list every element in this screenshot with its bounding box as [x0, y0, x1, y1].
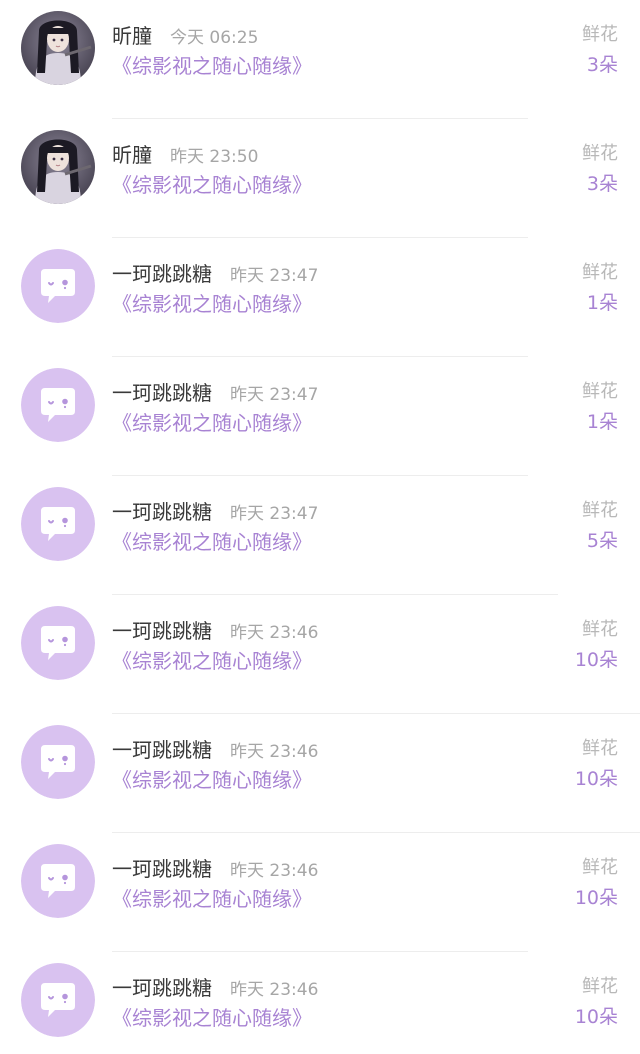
- flower-gift-list: 昕朣 今天 06:25 《综影视之随心随缘》 鲜花 3朵 昕朣 昨天 23:50…: [0, 0, 640, 1054]
- name-line: 一珂跳跳糖 昨天 23:47: [112, 258, 318, 288]
- user-name[interactable]: 一珂跳跳糖: [112, 377, 212, 406]
- gift-count: 3朵: [586, 173, 618, 195]
- user-name[interactable]: 一珂跳跳糖: [112, 258, 212, 287]
- user-name[interactable]: 一珂跳跳糖: [112, 615, 212, 644]
- speech-bubble-face-icon: [21, 844, 95, 918]
- gift-count: 10朵: [574, 887, 618, 909]
- avatar[interactable]: [21, 963, 95, 1037]
- speech-bubble-face-icon: [21, 963, 95, 1037]
- timestamp: 昨天 23:47: [230, 266, 319, 286]
- gift-label: 鲜花: [582, 619, 618, 640]
- timestamp: 昨天 23:46: [230, 980, 319, 1000]
- name-line: 一珂跳跳糖 昨天 23:46: [112, 853, 318, 883]
- book-title-link[interactable]: 《综影视之随心随缘》: [112, 407, 312, 436]
- avatar[interactable]: [21, 844, 95, 918]
- speech-bubble-face-icon: [21, 249, 95, 323]
- user-photo-avatar-icon: [21, 11, 95, 85]
- gift-label: 鲜花: [582, 24, 618, 45]
- list-item[interactable]: 一珂跳跳糖 昨天 23:47 《综影视之随心随缘》 鲜花 5朵: [0, 476, 640, 595]
- gift-label: 鲜花: [582, 857, 618, 878]
- speech-bubble-face-icon: [21, 606, 95, 680]
- avatar[interactable]: [21, 368, 95, 442]
- timestamp: 昨天 23:50: [170, 147, 259, 167]
- book-title-link[interactable]: 《综影视之随心随缘》: [112, 526, 312, 555]
- timestamp: 昨天 23:46: [230, 742, 319, 762]
- timestamp: 昨天 23:47: [230, 504, 319, 524]
- speech-bubble-face-icon: [21, 368, 95, 442]
- avatar[interactable]: [21, 725, 95, 799]
- avatar[interactable]: [21, 130, 95, 204]
- name-line: 一珂跳跳糖 昨天 23:46: [112, 734, 318, 764]
- speech-bubble-face-icon: [21, 487, 95, 561]
- gift-count: 10朵: [574, 649, 618, 671]
- list-item[interactable]: 一珂跳跳糖 昨天 23:46 《综影视之随心随缘》 鲜花 10朵: [0, 595, 640, 714]
- list-item[interactable]: 一珂跳跳糖 昨天 23:46 《综影视之随心随缘》 鲜花 10朵: [0, 714, 640, 833]
- book-title-link[interactable]: 《综影视之随心随缘》: [112, 288, 312, 317]
- name-line: 一珂跳跳糖 昨天 23:46: [112, 615, 318, 645]
- user-name[interactable]: 一珂跳跳糖: [112, 496, 212, 525]
- list-item[interactable]: 昕朣 今天 06:25 《综影视之随心随缘》 鲜花 3朵: [0, 0, 640, 119]
- book-title-link[interactable]: 《综影视之随心随缘》: [112, 1002, 312, 1031]
- timestamp: 昨天 23:46: [230, 861, 319, 881]
- list-item[interactable]: 一珂跳跳糖 昨天 23:47 《综影视之随心随缘》 鲜花 1朵: [0, 238, 640, 357]
- list-item[interactable]: 一珂跳跳糖 昨天 23:47 《综影视之随心随缘》 鲜花 1朵: [0, 357, 640, 476]
- gift-count: 5朵: [586, 530, 618, 552]
- speech-bubble-face-icon: [21, 725, 95, 799]
- gift-count: 1朵: [586, 411, 618, 433]
- timestamp: 今天 06:25: [170, 28, 259, 48]
- user-name[interactable]: 昕朣: [112, 20, 152, 49]
- gift-label: 鲜花: [582, 500, 618, 521]
- book-title-link[interactable]: 《综影视之随心随缘》: [112, 50, 312, 79]
- timestamp: 昨天 23:46: [230, 623, 319, 643]
- name-line: 昕朣 昨天 23:50: [112, 139, 258, 169]
- timestamp: 昨天 23:47: [230, 385, 319, 405]
- gift-label: 鲜花: [582, 381, 618, 402]
- book-title-link[interactable]: 《综影视之随心随缘》: [112, 764, 312, 793]
- name-line: 昕朣 今天 06:25: [112, 20, 258, 50]
- user-name[interactable]: 昕朣: [112, 139, 152, 168]
- avatar[interactable]: [21, 249, 95, 323]
- user-name[interactable]: 一珂跳跳糖: [112, 853, 212, 882]
- user-name[interactable]: 一珂跳跳糖: [112, 734, 212, 763]
- avatar[interactable]: [21, 487, 95, 561]
- gift-label: 鲜花: [582, 738, 618, 759]
- gift-count: 10朵: [574, 1006, 618, 1028]
- gift-label: 鲜花: [582, 976, 618, 997]
- gift-label: 鲜花: [582, 262, 618, 283]
- list-item[interactable]: 一珂跳跳糖 昨天 23:46 《综影视之随心随缘》 鲜花 10朵: [0, 952, 640, 1054]
- avatar[interactable]: [21, 11, 95, 85]
- book-title-link[interactable]: 《综影视之随心随缘》: [112, 883, 312, 912]
- name-line: 一珂跳跳糖 昨天 23:47: [112, 496, 318, 526]
- user-photo-avatar-icon: [21, 130, 95, 204]
- list-item[interactable]: 一珂跳跳糖 昨天 23:46 《综影视之随心随缘》 鲜花 10朵: [0, 833, 640, 952]
- gift-count: 10朵: [574, 768, 618, 790]
- name-line: 一珂跳跳糖 昨天 23:47: [112, 377, 318, 407]
- book-title-link[interactable]: 《综影视之随心随缘》: [112, 169, 312, 198]
- list-item[interactable]: 昕朣 昨天 23:50 《综影视之随心随缘》 鲜花 3朵: [0, 119, 640, 238]
- book-title-link[interactable]: 《综影视之随心随缘》: [112, 645, 312, 674]
- name-line: 一珂跳跳糖 昨天 23:46: [112, 972, 318, 1002]
- user-name[interactable]: 一珂跳跳糖: [112, 972, 212, 1001]
- avatar[interactable]: [21, 606, 95, 680]
- gift-count: 1朵: [586, 292, 618, 314]
- gift-label: 鲜花: [582, 143, 618, 164]
- gift-count: 3朵: [586, 54, 618, 76]
